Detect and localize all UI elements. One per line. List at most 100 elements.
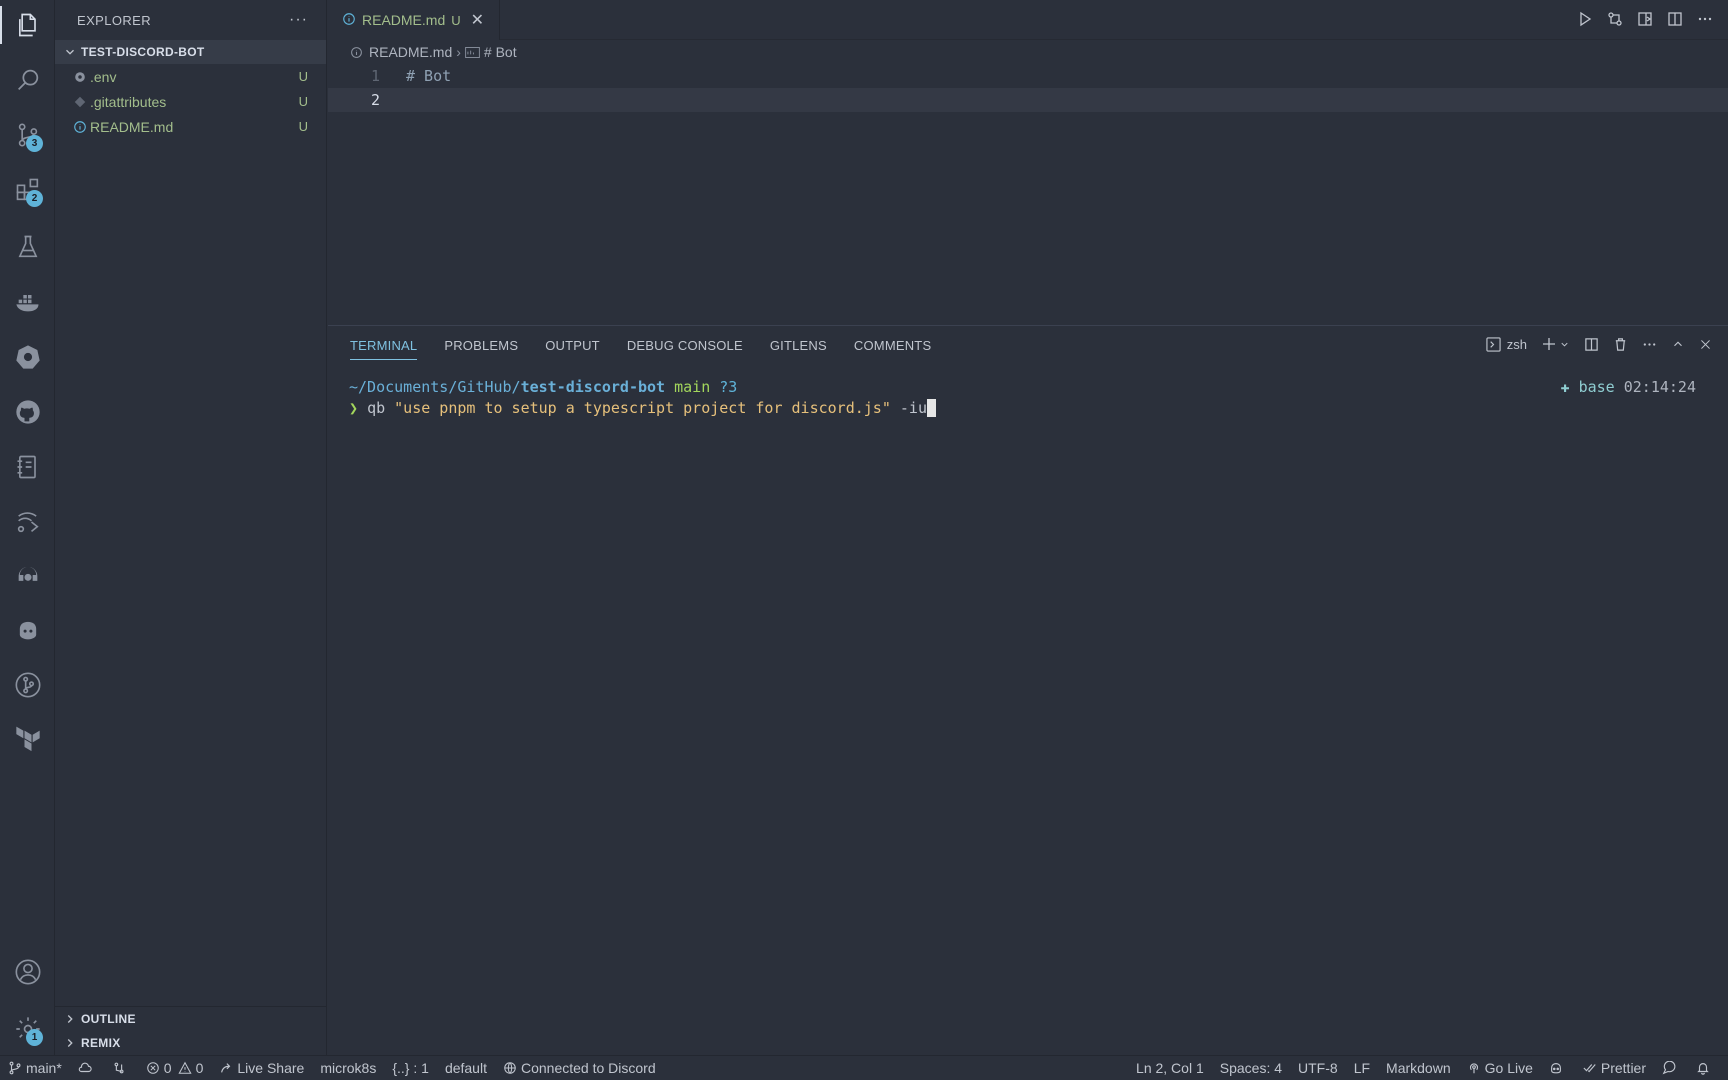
- terminal-flag: -iu: [899, 398, 927, 417]
- kubernetes-icon[interactable]: [0, 332, 55, 382]
- remix-section-header[interactable]: REMIX: [55, 1031, 326, 1055]
- compare-changes-icon[interactable]: [1606, 10, 1624, 28]
- sidebar-more-button[interactable]: ···: [289, 11, 308, 29]
- info-icon: [350, 46, 363, 59]
- explorer-icon[interactable]: [0, 0, 55, 50]
- terraform-icon[interactable]: [0, 715, 55, 765]
- status-language[interactable]: Markdown: [1378, 1060, 1459, 1076]
- tab-comments[interactable]: COMMENTS: [854, 338, 931, 360]
- tab-terminal[interactable]: TERMINAL: [350, 338, 418, 360]
- status-branch[interactable]: main*: [0, 1060, 70, 1076]
- terminal-output[interactable]: ~/Documents/GitHub/test-discord-bot main…: [349, 376, 1696, 418]
- terminal-cursor: [926, 398, 936, 417]
- outline-section-header[interactable]: OUTLINE: [55, 1007, 326, 1031]
- status-eol[interactable]: LF: [1346, 1060, 1378, 1076]
- chevron-right-icon: [67, 1039, 73, 1047]
- gitgraph-icon[interactable]: [0, 660, 55, 710]
- file-item-env[interactable]: .env U: [55, 64, 326, 89]
- notifications-bell-icon[interactable]: [1688, 1061, 1728, 1075]
- bottom-panel: TERMINAL PROBLEMS OUTPUT DEBUG CONSOLE G…: [328, 325, 1728, 1055]
- file-name: .gitattributes: [90, 93, 167, 110]
- status-indentation[interactable]: Spaces: 4: [1212, 1060, 1290, 1076]
- file-item-readme[interactable]: README.md U: [55, 114, 326, 139]
- status-json-symbols[interactable]: {..} : 1: [384, 1060, 437, 1076]
- search-icon[interactable]: [0, 55, 55, 105]
- sidebar-title: EXPLORER: [77, 12, 152, 28]
- status-bar: main* 0 0 Live Share microk8s {..} : 1 d…: [0, 1055, 1728, 1080]
- sync-cloud-icon[interactable]: [70, 1061, 104, 1075]
- branch-name: main*: [26, 1060, 62, 1076]
- github-icon[interactable]: [0, 387, 55, 437]
- code-line: 1 # Bot: [328, 64, 1728, 88]
- chevron-right-icon: [67, 1015, 73, 1023]
- testing-flask-icon[interactable]: [0, 222, 55, 272]
- code-line-current: 2: [328, 88, 1728, 112]
- breadcrumb-separator: ›: [456, 44, 461, 60]
- split-editor-icon[interactable]: [1666, 10, 1684, 28]
- remix-label: REMIX: [81, 1036, 121, 1050]
- more-actions-icon[interactable]: [1696, 10, 1714, 28]
- close-icon[interactable]: ✕: [471, 10, 484, 30]
- status-cursor-position[interactable]: Ln 2, Col 1: [1128, 1060, 1212, 1076]
- chevron-up-icon[interactable]: [1671, 337, 1685, 351]
- tab-gitlens[interactable]: GITLENS: [770, 338, 827, 360]
- branch-icon: [9, 1061, 21, 1075]
- editor-tabbar: README.md U ✕: [328, 0, 1728, 40]
- copilot-icon[interactable]: [0, 605, 55, 655]
- status-problems[interactable]: 0 0: [138, 1060, 212, 1076]
- tab-label: README.md: [362, 12, 446, 28]
- status-encoding[interactable]: UTF-8: [1290, 1060, 1346, 1076]
- line-text: # Bot: [406, 67, 452, 85]
- extensions-icon[interactable]: 2: [0, 165, 55, 215]
- string-symbol-icon: [465, 46, 480, 58]
- copilot-status-icon[interactable]: [1541, 1061, 1575, 1075]
- git-graph-status-icon[interactable]: [104, 1061, 138, 1075]
- terminal-icon: [1486, 336, 1501, 352]
- panel-actions: zsh: [1486, 336, 1712, 352]
- run-icon[interactable]: [1576, 10, 1594, 28]
- tab-problems[interactable]: PROBLEMS: [444, 338, 518, 360]
- prettier-label: Prettier: [1600, 1060, 1646, 1076]
- project-folder-header[interactable]: TEST-DISCORD-BOT: [55, 40, 326, 64]
- trash-icon[interactable]: [1613, 337, 1628, 352]
- file-name: .env: [90, 68, 117, 85]
- plus-icon: [1541, 336, 1557, 352]
- notebook-icon[interactable]: [0, 442, 55, 492]
- status-live-share[interactable]: Live Share: [211, 1060, 312, 1076]
- more-actions-icon[interactable]: [1642, 337, 1657, 352]
- breadcrumb-symbol[interactable]: # Bot: [484, 44, 517, 60]
- close-icon[interactable]: [1699, 338, 1712, 351]
- source-control-icon[interactable]: 3: [0, 110, 55, 160]
- open-preview-icon[interactable]: [1636, 10, 1654, 28]
- split-terminal-icon[interactable]: [1584, 337, 1599, 352]
- terminal-shell-selector[interactable]: zsh: [1486, 337, 1527, 352]
- status-bar-right: Ln 2, Col 1 Spaces: 4 UTF-8 LF Markdown …: [1128, 1060, 1728, 1076]
- feedback-icon[interactable]: [1654, 1061, 1688, 1075]
- outline-label: OUTLINE: [81, 1012, 136, 1026]
- settings-gear-icon[interactable]: 1: [0, 1004, 55, 1054]
- tab-output[interactable]: OUTPUT: [545, 338, 600, 360]
- warning-icon: [178, 1061, 192, 1074]
- status-profile[interactable]: default: [437, 1060, 495, 1076]
- code-editor[interactable]: 1 # Bot 2: [328, 64, 1728, 324]
- tab-readme[interactable]: README.md U ✕: [328, 0, 500, 40]
- explorer-sidebar: EXPLORER ··· TEST-DISCORD-BOT .env U .gi…: [55, 0, 327, 1055]
- breadcrumb-file[interactable]: README.md: [369, 44, 452, 60]
- status-discord[interactable]: Connected to Discord: [495, 1060, 664, 1076]
- file-item-gitattributes[interactable]: .gitattributes U: [55, 89, 326, 114]
- docker-icon[interactable]: [0, 277, 55, 327]
- remote-explorer-icon[interactable]: [0, 497, 55, 547]
- status-kube-context[interactable]: microk8s: [312, 1060, 384, 1076]
- new-terminal-button[interactable]: [1541, 336, 1570, 352]
- status-go-live[interactable]: Go Live: [1459, 1060, 1541, 1076]
- error-icon: [147, 1062, 159, 1074]
- status-prettier[interactable]: Prettier: [1575, 1060, 1654, 1076]
- terminal-repo: test-discord-bot: [520, 377, 666, 396]
- file-status: U: [298, 119, 308, 134]
- tab-status: U: [451, 12, 461, 28]
- copilot-headset-icon[interactable]: [0, 550, 55, 600]
- tab-debug-console[interactable]: DEBUG CONSOLE: [627, 338, 743, 360]
- account-icon[interactable]: [0, 947, 55, 997]
- info-icon: [72, 119, 88, 135]
- shell-name: zsh: [1506, 336, 1527, 352]
